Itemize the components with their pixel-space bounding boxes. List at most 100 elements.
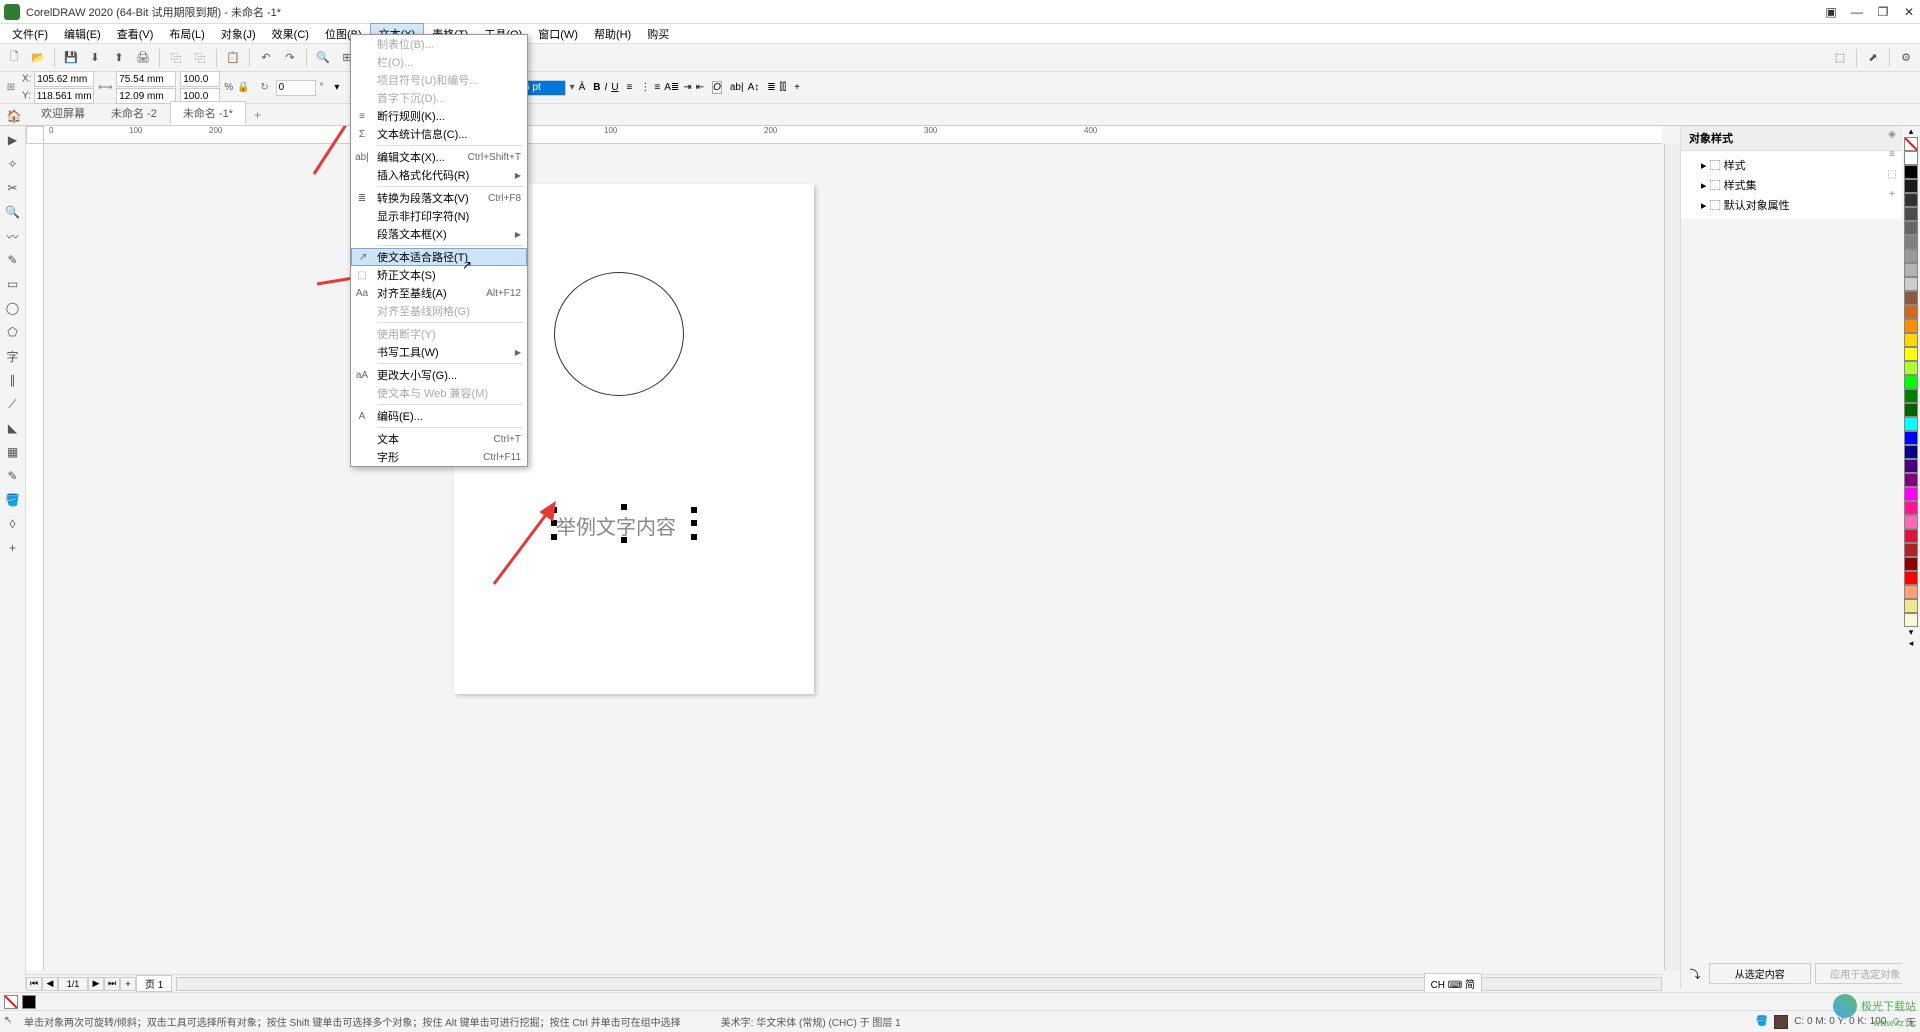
align-button[interactable]: ≡ xyxy=(627,82,633,93)
dropcap-button[interactable]: A≣ xyxy=(664,82,679,93)
menu-L[interactable]: 布局(L) xyxy=(161,24,212,44)
numbering-button[interactable]: ≡ xyxy=(654,82,660,93)
clipboard-button[interactable]: 📋 xyxy=(223,48,243,68)
color-swatch[interactable] xyxy=(1904,305,1918,319)
color-swatch[interactable] xyxy=(1904,151,1918,165)
vert-text-button[interactable]: ⫿⫿ xyxy=(780,82,786,93)
color-swatch[interactable] xyxy=(1904,319,1918,333)
color-swatch[interactable] xyxy=(1904,585,1918,599)
apply-selection-button[interactable]: 应用于选定对象 xyxy=(1815,963,1917,984)
palette-flyout[interactable]: ◂ xyxy=(1909,638,1914,649)
menu-V[interactable]: 查看(V) xyxy=(109,24,162,44)
color-swatch[interactable] xyxy=(1904,235,1918,249)
color-swatch[interactable] xyxy=(1904,459,1918,473)
menu-item[interactable]: A编码(E)... xyxy=(351,407,527,425)
props-tab-icon[interactable]: ≡ xyxy=(1884,146,1900,162)
outline-tool[interactable]: ◊ xyxy=(3,514,23,534)
color-swatch[interactable] xyxy=(1904,403,1918,417)
color-swatch[interactable] xyxy=(1904,529,1918,543)
eyedropper-tool[interactable]: ✎ xyxy=(3,466,23,486)
menu-[interactable]: 购买 xyxy=(639,24,677,44)
menu-item[interactable]: aA更改大小写(G)... xyxy=(351,366,527,384)
no-fill-swatch[interactable] xyxy=(4,995,18,1009)
document-tab[interactable]: 未命名 -2 xyxy=(98,101,170,125)
no-color-swatch[interactable] xyxy=(1904,137,1918,151)
prev-page-button[interactable]: ◀ xyxy=(42,977,58,991)
ime-indicator[interactable]: CH ⌨ 简 xyxy=(1424,973,1482,994)
transparency-tool[interactable]: ▦ xyxy=(3,442,23,462)
color-swatch[interactable] xyxy=(1904,179,1918,193)
last-page-button[interactable]: ⏭ xyxy=(104,977,120,991)
menu-item[interactable]: 字形Ctrl+F11 xyxy=(351,448,527,466)
menu-H[interactable]: 帮助(H) xyxy=(586,24,639,44)
save-button[interactable]: 💾 xyxy=(61,48,81,68)
close-button[interactable]: ✕ xyxy=(1902,5,1916,19)
import-style-icon[interactable]: ⤵ xyxy=(1685,963,1705,984)
rectangle-tool[interactable]: ▭ xyxy=(3,274,23,294)
objects-tab-icon[interactable]: ⬚ xyxy=(1884,166,1900,182)
text-tool[interactable]: 字 xyxy=(3,346,23,366)
canvas-area[interactable]: 0 100 200 100 200 300 400 举例文字内容 xyxy=(26,126,1680,988)
shape-tool[interactable]: ✧ xyxy=(3,154,23,174)
color-swatch[interactable] xyxy=(1904,445,1918,459)
menu-item[interactable]: Σ文本统计信息(C)... xyxy=(351,125,527,143)
color-swatch[interactable] xyxy=(1904,277,1918,291)
menu-J[interactable]: 对象(J) xyxy=(213,24,264,44)
color-swatch[interactable] xyxy=(1904,515,1918,529)
add-icon[interactable]: + xyxy=(1884,186,1900,202)
pick-tool[interactable]: ▶ xyxy=(3,130,23,150)
parallel-tool[interactable]: ∥ xyxy=(3,370,23,390)
vertical-scrollbar[interactable] xyxy=(1664,144,1680,970)
tree-item[interactable]: ▸ ⬚ 样式集 xyxy=(1685,175,1898,195)
color-swatch[interactable] xyxy=(1904,193,1918,207)
snap-button[interactable]: ⬚ xyxy=(1830,48,1850,68)
color-swatch[interactable] xyxy=(1904,291,1918,305)
ellipse-tool[interactable]: ◯ xyxy=(3,298,23,318)
color-swatch[interactable] xyxy=(1904,221,1918,235)
add-tab-button[interactable]: + xyxy=(246,105,269,125)
print-button[interactable]: 🖨 xyxy=(133,48,153,68)
color-swatch[interactable] xyxy=(1904,389,1918,403)
color-swatch[interactable] xyxy=(1904,207,1918,221)
cloud-down-button[interactable]: ⬇ xyxy=(85,48,105,68)
color-swatch[interactable] xyxy=(1904,487,1918,501)
page-name[interactable]: 页 1 xyxy=(136,975,172,992)
horiz-text-button[interactable]: ≣ xyxy=(767,82,775,93)
menu-F[interactable]: 文件(F) xyxy=(4,24,56,44)
menu-item[interactable]: 段落文本框(X)▶ xyxy=(351,225,527,243)
angle-input[interactable] xyxy=(276,80,316,96)
palette-up[interactable]: ▴ xyxy=(1909,126,1914,137)
color-swatch[interactable] xyxy=(1904,249,1918,263)
indent-inc-button[interactable]: ⇥ xyxy=(683,82,691,93)
add-tool[interactable]: + xyxy=(3,538,23,558)
italic-button[interactable]: I xyxy=(605,82,608,93)
color-swatch[interactable] xyxy=(1904,361,1918,375)
tree-item[interactable]: ▸ ⬚ 样式 xyxy=(1685,155,1898,175)
color-swatch[interactable] xyxy=(1904,613,1918,627)
fill-color-swatch[interactable] xyxy=(1774,1015,1788,1029)
new-button[interactable]: 🗋 xyxy=(4,48,24,68)
color-swatch[interactable] xyxy=(1904,501,1918,515)
copy-button[interactable]: ⿻ xyxy=(166,48,186,68)
paste-button[interactable]: ⿻ xyxy=(190,48,210,68)
bullets-button[interactable]: ⋮ xyxy=(640,82,650,93)
menu-item[interactable]: 插入格式化代码(R)▶ xyxy=(351,166,527,184)
dropshadow-tool[interactable]: ◣ xyxy=(3,418,23,438)
tree-item[interactable]: ▸ ⬚ 默认对象属性 xyxy=(1685,195,1898,215)
home-icon[interactable]: 🏠 xyxy=(4,107,24,125)
color-swatch[interactable] xyxy=(1904,347,1918,361)
sx-input[interactable] xyxy=(180,71,220,87)
artistic-tool[interactable]: ✎ xyxy=(3,250,23,270)
menu-item[interactable]: ≣转换为段落文本(V)Ctrl+F8 xyxy=(351,189,527,207)
menu-C[interactable]: 效果(C) xyxy=(264,24,317,44)
options-button[interactable]: ⚙ xyxy=(1896,48,1916,68)
underline-button[interactable]: U xyxy=(611,82,618,93)
freehand-tool[interactable]: 〰 xyxy=(3,226,23,246)
search-button[interactable]: 🔍 xyxy=(313,48,333,68)
char-style-button[interactable]: O xyxy=(712,81,722,94)
menu-item[interactable]: ab|编辑文本(X)...Ctrl+Shift+T xyxy=(351,148,527,166)
zoom-tool[interactable]: 🔍 xyxy=(3,202,23,222)
first-page-button[interactable]: ⏮ xyxy=(26,977,42,991)
indent-dec-button[interactable]: ⇤ xyxy=(696,82,704,93)
connector-tool[interactable]: ⟋ xyxy=(3,394,23,414)
